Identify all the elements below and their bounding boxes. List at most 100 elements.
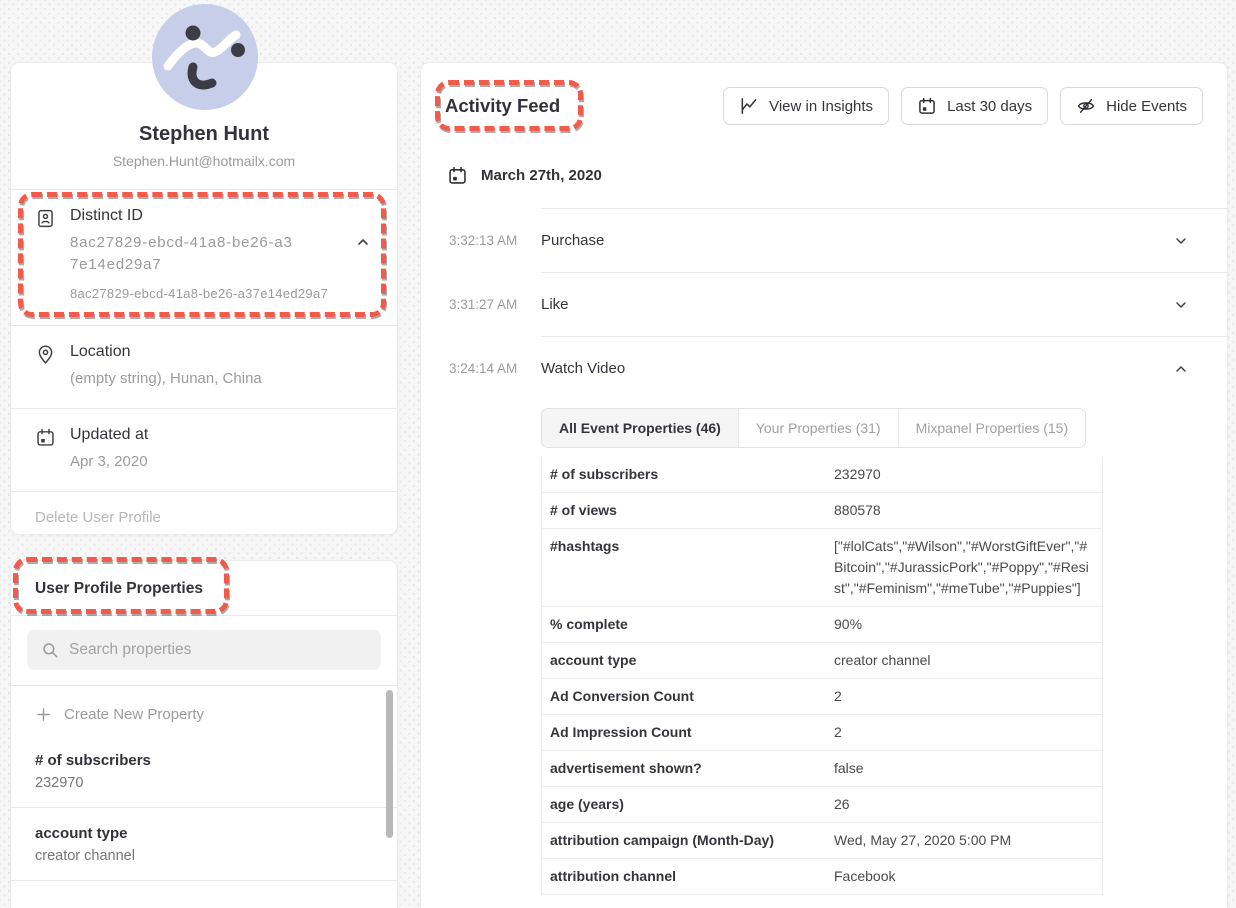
location-label: Location [70, 343, 373, 361]
view-in-insights-button[interactable]: View in Insights [723, 87, 889, 125]
calendar-icon [917, 96, 937, 116]
property-value: ["#lolCats","#Wilson","#WorstGiftEver","… [824, 536, 1102, 599]
chevron-down-icon[interactable] [1173, 297, 1189, 313]
calendar-icon [35, 427, 57, 473]
property-key: #hashtags [542, 536, 824, 599]
property-value: 232970 [35, 775, 373, 791]
view-in-insights-label: View in Insights [769, 98, 873, 115]
event-detail-panel: All Event Properties (46) Your Propertie… [541, 408, 1103, 895]
event-row-watch-video[interactable]: 3:24:14 AM Watch Video [421, 337, 1227, 400]
property-key: Ad Impression Count [542, 722, 824, 743]
hide-events-button[interactable]: Hide Events [1060, 87, 1203, 125]
property-value: Wed, May 27, 2020 5:00 PM [824, 830, 1102, 851]
chart-smiley-avatar-icon [150, 2, 260, 112]
event-name: Watch Video [541, 360, 625, 377]
table-row: % complete 90% [542, 607, 1102, 643]
table-row: advertisement shown? false [542, 751, 1102, 787]
table-row: # of views 880578 [542, 493, 1102, 529]
distinct-id-label: Distinct ID [70, 207, 373, 225]
property-value: 90% [824, 614, 1102, 635]
map-pin-icon [35, 344, 57, 390]
hide-events-label: Hide Events [1106, 98, 1187, 115]
property-list-item[interactable]: account type creator channel [11, 808, 397, 880]
event-name: Purchase [541, 232, 604, 249]
property-value: Facebook [824, 866, 1102, 887]
chevron-up-icon[interactable] [355, 234, 373, 252]
property-key: age (years) [542, 794, 824, 815]
activity-feed-title: Activity Feed [445, 95, 560, 117]
chevron-down-icon[interactable] [1173, 233, 1189, 249]
event-row-purchase[interactable]: 3:32:13 AM Purchase [421, 209, 1227, 272]
table-row: attribution campaign (Month-Day) Wed, Ma… [542, 823, 1102, 859]
calendar-icon [447, 165, 468, 186]
property-value: 232970 [824, 464, 1102, 485]
scrollbar-thumb[interactable] [386, 690, 393, 838]
property-key: advertisement shown? [542, 758, 824, 779]
date-header: March 27th, 2020 [421, 125, 1227, 186]
property-value: 26 [824, 794, 1102, 815]
eye-slash-icon [1076, 96, 1096, 116]
property-value: false [824, 758, 1102, 779]
divider [11, 880, 397, 881]
date-range-button[interactable]: Last 30 days [901, 87, 1048, 125]
property-list-item[interactable]: # of subscribers 232970 [11, 735, 397, 807]
distinct-id-section: Distinct ID 8ac27829-ebcd-41a8-be26-a37e… [11, 190, 397, 325]
chevron-up-icon[interactable] [1173, 361, 1189, 377]
property-key: account type [542, 650, 824, 671]
property-key: attribution channel [542, 866, 824, 887]
table-row: # of subscribers 232970 [542, 457, 1102, 493]
property-name: # of subscribers [35, 752, 373, 769]
profile-email: Stephen.Hunt@hotmailx.com [35, 153, 373, 169]
event-time: 3:24:14 AM [449, 361, 533, 376]
table-row: #hashtags ["#lolCats","#Wilson","#WorstG… [542, 529, 1102, 607]
updated-at-value: Apr 3, 2020 [70, 451, 373, 473]
search-icon [41, 641, 59, 659]
table-row: account type creator channel [542, 643, 1102, 679]
event-time: 3:32:13 AM [449, 233, 533, 248]
location-section: Location (empty string), Hunan, China [11, 326, 397, 408]
property-name: account type [35, 825, 373, 842]
event-properties-table: # of subscribers 232970 # of views 88057… [541, 457, 1103, 895]
search-properties-input[interactable] [69, 641, 367, 659]
avatar [150, 2, 260, 112]
date-range-label: Last 30 days [947, 98, 1032, 115]
user-profile-page: Stephen Hunt Stephen.Hunt@hotmailx.com D… [0, 0, 1236, 908]
divider [11, 615, 397, 616]
property-key: # of views [542, 500, 824, 521]
event-time: 3:31:27 AM [449, 297, 533, 312]
property-key: Ad Conversion Count [542, 686, 824, 707]
tab-all-event-properties[interactable]: All Event Properties (46) [542, 409, 739, 447]
create-new-property-label: Create New Property [64, 706, 204, 723]
user-profile-properties-card: User Profile Properties Create New Prop [10, 560, 398, 908]
id-badge-icon [35, 208, 57, 301]
event-row-like[interactable]: 3:31:27 AM Like [421, 273, 1227, 336]
property-value: 880578 [824, 500, 1102, 521]
distinct-id-sub-value: 8ac27829-ebcd-41a8-be26-a37e14ed29a7 [70, 286, 373, 301]
event-properties-tabs: All Event Properties (46) Your Propertie… [541, 408, 1086, 448]
plus-icon [35, 706, 52, 723]
create-new-property-button[interactable]: Create New Property [11, 686, 397, 735]
properties-panel-title: User Profile Properties [35, 580, 373, 598]
updated-at-label: Updated at [70, 426, 373, 444]
event-name: Like [541, 296, 569, 313]
activity-feed-card: Activity Feed View in Insights [420, 62, 1228, 908]
distinct-id-value: 8ac27829-ebcd-41a8-be26-a37e14ed29a7 [70, 232, 298, 276]
profile-card: Stephen Hunt Stephen.Hunt@hotmailx.com D… [10, 62, 398, 535]
date-header-label: March 27th, 2020 [481, 167, 602, 184]
table-row: Ad Conversion Count 2 [542, 679, 1102, 715]
property-key: attribution campaign (Month-Day) [542, 830, 824, 851]
tab-mixpanel-properties[interactable]: Mixpanel Properties (15) [899, 409, 1086, 447]
properties-list: Create New Property # of subscribers 232… [11, 686, 397, 881]
location-value: (empty string), Hunan, China [70, 368, 373, 390]
property-value: creator channel [35, 848, 373, 864]
table-row: age (years) 26 [542, 787, 1102, 823]
tab-your-properties[interactable]: Your Properties (31) [739, 409, 899, 447]
property-key: # of subscribers [542, 464, 824, 485]
updated-at-section: Updated at Apr 3, 2020 [11, 409, 397, 491]
property-key: % complete [542, 614, 824, 635]
table-row: attribution channel Facebook [542, 859, 1102, 895]
profile-name: Stephen Hunt [35, 123, 373, 146]
table-row: Ad Impression Count 2 [542, 715, 1102, 751]
delete-user-profile-button[interactable]: Delete User Profile [11, 492, 397, 543]
line-chart-icon [739, 96, 759, 116]
